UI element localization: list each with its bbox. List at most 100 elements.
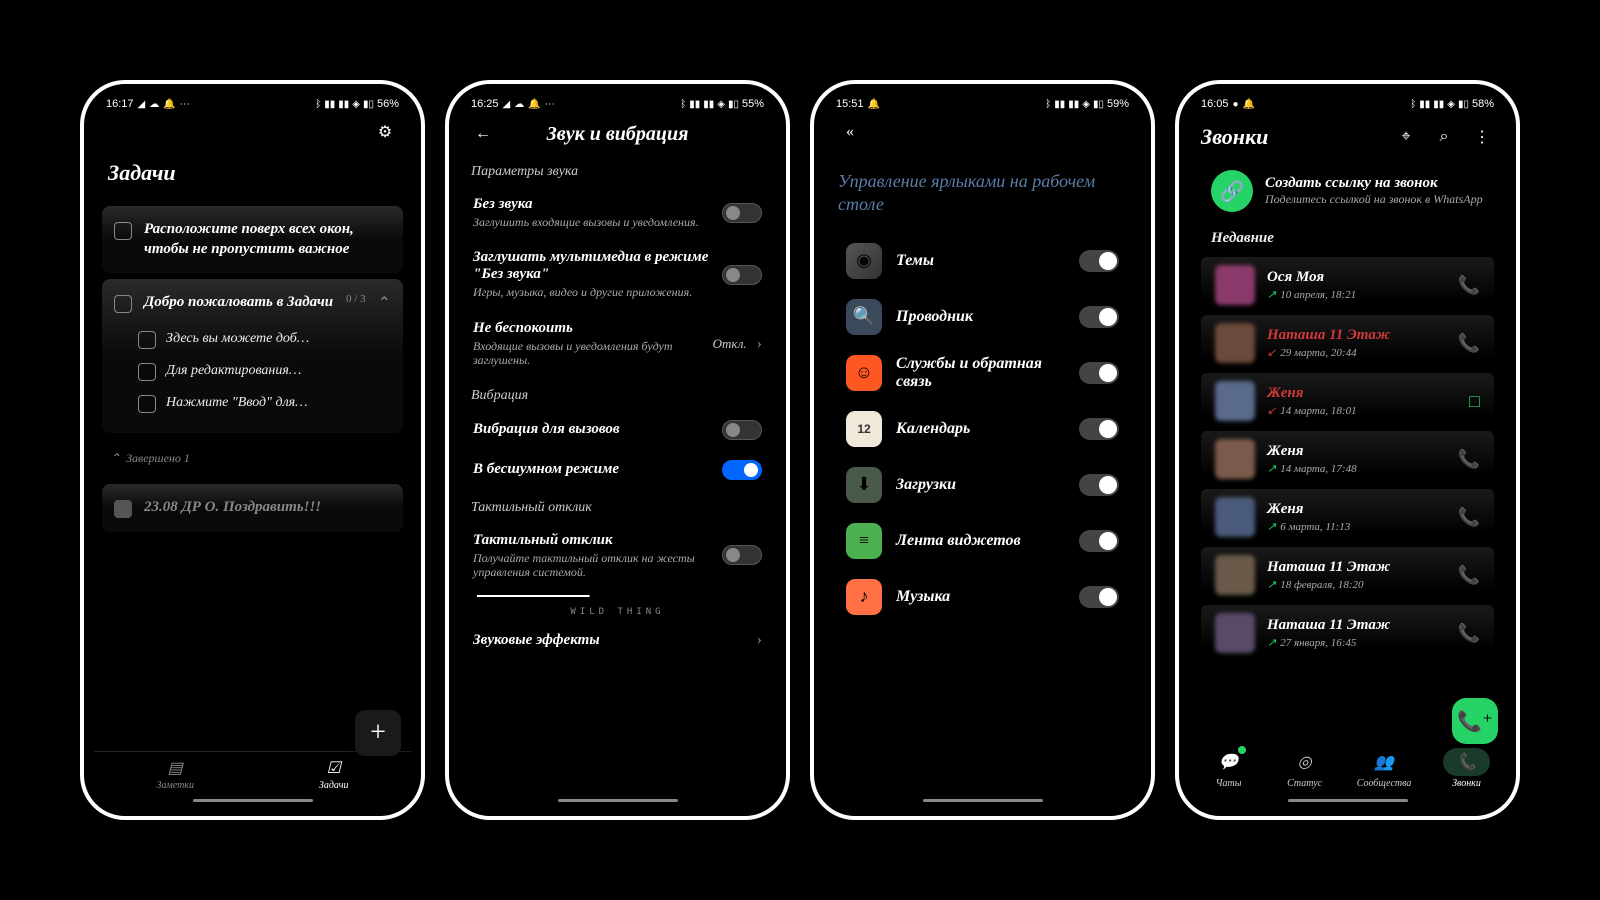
home-indicator[interactable] [193,799,313,802]
signal-icon: ▮▮ [1068,99,1079,110]
toggle[interactable] [1079,306,1119,328]
call-date: 29 марта, 20:44 [1280,347,1356,359]
call-row[interactable]: Наташа 11 Этаж↙29 марта, 20:44📞 [1201,315,1494,371]
toggle[interactable] [1079,530,1119,552]
communities-icon: 👥 [1374,754,1394,771]
back-icon[interactable]: « [838,120,862,144]
checkbox[interactable] [138,395,156,413]
toggle[interactable] [722,545,762,565]
video-call-button[interactable]: □ [1469,391,1480,412]
setting-vibrate-silent[interactable]: В бесшумном режиме [467,450,768,490]
call-button[interactable]: 📞 [1458,623,1480,644]
camera-icon[interactable]: ⌖ [1394,125,1418,149]
shortcut-row[interactable]: ⬇Загрузки [832,457,1133,513]
nav-communities[interactable]: 👥 Сообщества [1357,748,1412,789]
subtask-row[interactable]: Нажмите "Ввод" для… [114,387,391,419]
toggle[interactable] [1079,250,1119,272]
toggle[interactable] [1079,418,1119,440]
checkbox[interactable] [138,363,156,381]
home-indicator[interactable] [923,799,1043,802]
collapse-icon[interactable]: ⌃ [378,293,391,313]
avatar [1215,265,1255,305]
setting-sound-fx[interactable]: Звуковые эффекты › [467,621,768,659]
call-row[interactable]: Женя↗6 марта, 11:13📞 [1201,489,1494,545]
setting-vibrate-calls[interactable]: Вибрация для вызовов [467,410,768,450]
call-button[interactable]: 📞 [1458,333,1480,354]
phone-shortcuts: 15:51 🔔 ᛒ ▮▮ ▮▮ ◈ ▮▯ 59% « Управление яр… [810,80,1155,820]
setting-haptic[interactable]: Тактильный отклик Получайте тактильный о… [467,522,768,590]
pinned-card[interactable]: Расположите поверх всех окон, чтобы не п… [102,206,403,273]
nav-calls[interactable]: 📞 Звонки [1443,748,1491,789]
welcome-card[interactable]: Добро пожаловать в Задачи 0 / 3 ⌃ Здесь … [102,279,403,433]
avatar [1215,497,1255,537]
home-indicator[interactable] [1288,799,1408,802]
battery-icon: ▮▯ [1093,99,1104,110]
call-row[interactable]: Женя ↗ 14 марта, 17:48 📞 [1201,431,1494,487]
completed-task-card[interactable]: 23.08 ДР О. Поздравить!!! [102,484,403,532]
more-icon[interactable]: ⋮ [1470,125,1494,149]
shortcut-row[interactable]: ♪Музыка [832,569,1133,625]
call-row[interactable]: Наташа 11 Этаж↗27 января, 16:45📞 [1201,605,1494,661]
create-call-link[interactable]: 🔗 Создать ссылку на звонок Поделитесь сс… [1197,160,1498,222]
toggle-on[interactable] [722,460,762,480]
toggle[interactable] [1079,586,1119,608]
checkbox[interactable] [138,331,156,349]
status-bar: 16:25 ◢ ☁ 🔔 ⋯ ᛒ ▮▮ ▮▮ ◈ ▮▯ 55% [459,94,776,114]
completed-section[interactable]: ⌃ Завершено 1 [102,439,403,478]
call-row[interactable]: Женя↙14 марта, 18:01□ [1201,373,1494,429]
setting-dnd[interactable]: Не беспокоить Входящие вызовы и уведомле… [467,310,768,378]
more-icon: ⋯ [545,99,555,110]
call-row[interactable]: Ося Моя↗10 апреля, 18:21📞 [1201,257,1494,313]
nav-chats[interactable]: 💬 Чаты [1205,748,1253,789]
nav-tasks[interactable]: ☑ Задачи [319,758,349,791]
toggle[interactable] [722,265,762,285]
shortcut-label: Проводник [896,308,1065,326]
shortcut-row[interactable]: ◉Темы [832,233,1133,289]
toggle[interactable] [722,203,762,223]
battery-icon: ▮▯ [1458,99,1469,110]
phone-sound: 16:25 ◢ ☁ 🔔 ⋯ ᛒ ▮▮ ▮▮ ◈ ▮▯ 55% ← Звук и … [445,80,790,820]
call-button[interactable]: 📞 [1458,449,1480,470]
nav-notes[interactable]: ▤ Заметки [156,758,194,791]
search-icon[interactable]: ⌕ [1432,125,1456,149]
shortcut-label: Загрузки [896,476,1065,494]
brand-text: WILD THING [467,603,768,621]
bell-icon: 🔔 [528,99,540,110]
home-indicator[interactable] [558,799,678,802]
shortcut-row[interactable]: 🔍Проводник [832,289,1133,345]
add-task-fab[interactable]: + [355,710,401,756]
toggle[interactable] [722,420,762,440]
call-button[interactable]: 📞 [1458,565,1480,586]
subtask-row[interactable]: Для редактирования… [114,355,391,387]
more-icon: ⋯ [180,99,190,110]
settings-icon[interactable]: ⚙ [373,120,397,144]
call-name: Женя [1267,443,1446,460]
nav-status[interactable]: ◎ Статус [1284,748,1326,789]
subtask-row[interactable]: Здесь вы можете доб… [114,323,391,355]
call-button[interactable]: 📞 [1458,507,1480,528]
shortcut-row[interactable]: 12Календарь [832,401,1133,457]
call-date: 14 марта, 17:48 [1280,463,1356,475]
shortcut-row[interactable]: ☺Службы и обратная связь [832,345,1133,401]
checkbox[interactable] [114,222,132,240]
call-button[interactable]: 📞 [1458,275,1480,296]
page-title: Звук и вибрация [507,123,728,146]
toggle[interactable] [1079,362,1119,384]
bell-icon: 🔔 [868,99,880,110]
bottom-nav: ▤ Заметки ☑ Задачи [94,751,411,795]
setting-mute-media[interactable]: Заглушать мультимедиа в режиме "Без звук… [467,239,768,309]
section-header: Параметры звука [467,154,768,186]
status-time: 16:17 [106,98,134,110]
checkbox[interactable] [114,295,132,313]
notif-icon: ● [1233,99,1239,110]
battery-pct: 55% [742,98,764,110]
toggle[interactable] [1079,474,1119,496]
call-direction-icon: ↗ [1267,462,1276,475]
shortcut-row[interactable]: ≡Лента виджетов [832,513,1133,569]
page-title: Задачи [94,150,411,200]
setting-silent[interactable]: Без звука Заглушить входящие вызовы и ув… [467,186,768,239]
checkbox-checked[interactable] [114,500,132,518]
new-call-fab[interactable]: 📞⁺ [1452,698,1498,744]
call-row[interactable]: Наташа 11 Этаж↗18 февраля, 18:20📞 [1201,547,1494,603]
back-icon[interactable]: ← [471,122,495,146]
